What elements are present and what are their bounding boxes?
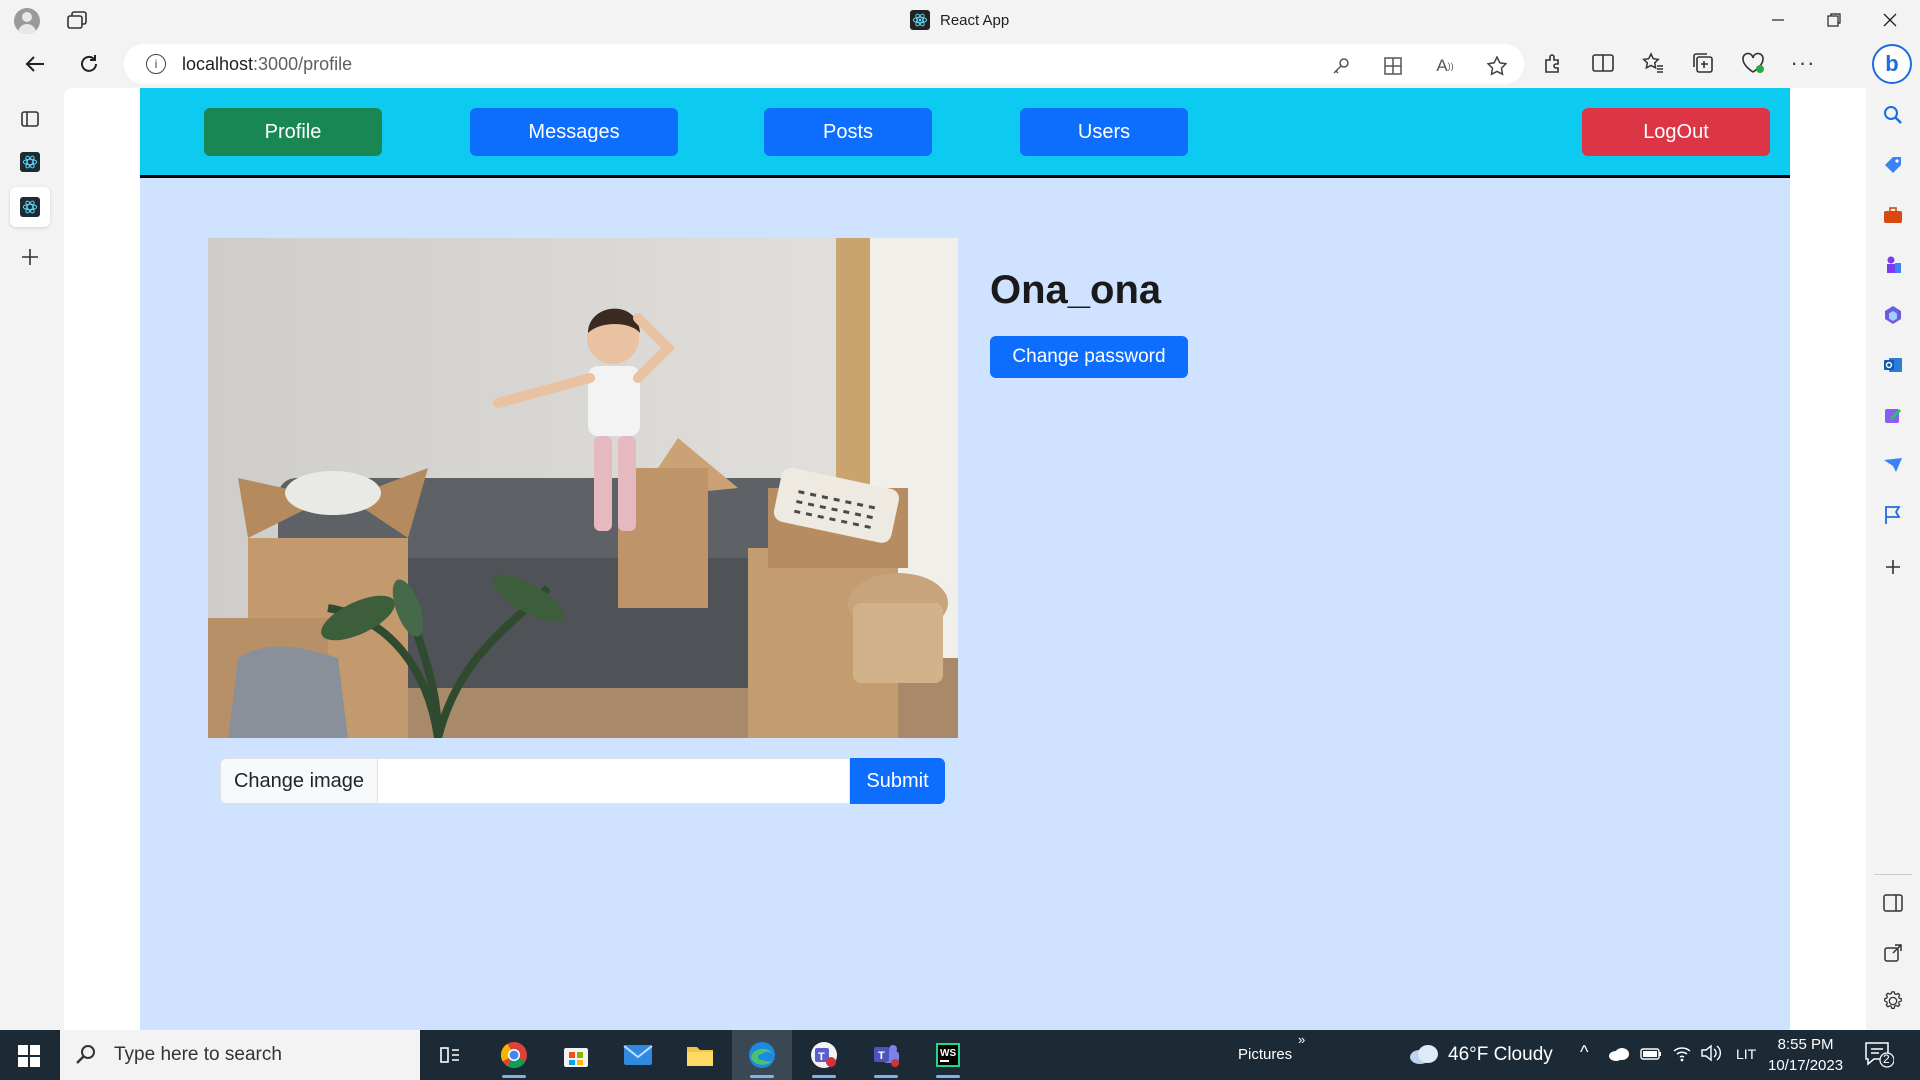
nav-profile-button[interactable]: Profile (204, 108, 382, 156)
teams-work-icon[interactable]: T (856, 1030, 916, 1080)
image-url-input[interactable] (378, 758, 850, 804)
window-title: React App (910, 10, 1009, 30)
url-text[interactable]: localhost:3000/profile (182, 54, 352, 75)
nav-posts-button[interactable]: Posts (764, 108, 932, 156)
designer-icon[interactable] (1880, 402, 1906, 428)
sidebar-divider (1874, 874, 1912, 875)
react-favicon-icon (910, 10, 930, 30)
favorites-icon[interactable] (1640, 50, 1666, 76)
settings-gear-icon[interactable] (1880, 988, 1906, 1014)
refresh-icon[interactable] (72, 48, 106, 80)
svg-text:T: T (878, 1050, 885, 1062)
web-content: Profile Messages Posts Users LogOut Ona_… (64, 88, 1866, 1030)
input-language[interactable]: LIT (1736, 1046, 1756, 1062)
clock-time: 8:55 PM (1777, 1036, 1834, 1053)
site-info-icon[interactable]: i (146, 54, 166, 74)
taskbar-search[interactable]: Type here to search (60, 1030, 420, 1080)
favorite-star-icon[interactable] (1484, 53, 1510, 79)
hide-sidebar-icon[interactable] (1880, 890, 1906, 916)
microsoft-store-icon[interactable] (546, 1030, 606, 1080)
tab-react-app-1[interactable] (10, 142, 50, 182)
weather-text[interactable]: 46°F Cloudy (1448, 1044, 1553, 1066)
profile-image (208, 238, 958, 738)
logout-button[interactable]: LogOut (1582, 108, 1770, 156)
notification-count: 2 (1883, 1052, 1890, 1066)
change-password-button[interactable]: Change password (990, 336, 1188, 378)
cloudy-weather-icon[interactable] (1408, 1042, 1440, 1071)
app-navbar: Profile Messages Posts Users LogOut (140, 88, 1790, 178)
browser-essentials-icon[interactable] (1740, 50, 1766, 76)
react-favicon-icon (20, 197, 40, 217)
browser-toolbar: i localhost:3000/profile A)) ··· (0, 40, 1920, 88)
send-drop-icon[interactable] (1880, 452, 1906, 478)
address-bar[interactable]: i localhost:3000/profile A)) (124, 44, 1524, 84)
collections-icon[interactable] (1690, 50, 1716, 76)
outlook-icon[interactable] (1880, 352, 1906, 378)
games-chess-icon[interactable] (1880, 252, 1906, 278)
extensions-icon[interactable] (1540, 50, 1566, 76)
profile-username: Ona_ona (990, 268, 1162, 312)
notification-center-icon[interactable]: 2 (1864, 1040, 1896, 1070)
app-container: Profile Messages Posts Users LogOut Ona_… (140, 88, 1790, 1030)
close-icon[interactable] (1862, 0, 1918, 40)
chevron-up-icon[interactable]: ^ (1580, 1042, 1588, 1063)
volume-icon[interactable] (1700, 1044, 1722, 1067)
chrome-icon[interactable] (484, 1030, 544, 1080)
file-explorer-icon[interactable] (670, 1030, 730, 1080)
pictures-toolbar-label[interactable]: Pictures (1238, 1046, 1292, 1063)
browser-title-bar: React App (0, 0, 1920, 40)
window-title-text: React App (940, 11, 1010, 29)
nav-users-button[interactable]: Users (1020, 108, 1188, 156)
webstorm-icon[interactable]: WS (918, 1030, 978, 1080)
svg-text:WS: WS (940, 1048, 956, 1059)
task-view-icon[interactable] (420, 1030, 480, 1080)
edge-sidebar (1866, 88, 1920, 1030)
battery-icon[interactable] (1640, 1047, 1662, 1066)
search-icon[interactable] (1880, 102, 1906, 128)
mail-icon[interactable] (608, 1030, 668, 1080)
more-menu-icon[interactable]: ··· (1790, 50, 1816, 76)
svg-text:T: T (818, 1051, 825, 1063)
split-screen-icon[interactable] (1590, 50, 1616, 76)
new-tab-icon[interactable] (10, 237, 50, 277)
change-image-label[interactable]: Change image (220, 758, 378, 804)
shopping-tag-icon[interactable] (1880, 152, 1906, 178)
wifi-icon[interactable] (1672, 1044, 1692, 1067)
open-external-icon[interactable] (1880, 940, 1906, 966)
vertical-tab-strip (0, 88, 62, 1030)
chevron-right-icon[interactable]: » (1298, 1032, 1305, 1047)
search-placeholder: Type here to search (114, 1044, 282, 1065)
tab-actions-icon[interactable] (66, 10, 88, 30)
nav-messages-button[interactable]: Messages (470, 108, 678, 156)
windows-start-icon[interactable] (18, 1045, 40, 1067)
teams-icon[interactable]: T (794, 1030, 854, 1080)
react-favicon-icon (20, 152, 40, 172)
feedback-flag-icon[interactable] (1880, 502, 1906, 528)
back-icon[interactable] (18, 48, 52, 80)
add-sidebar-app-icon[interactable] (1880, 554, 1906, 580)
clock-date: 10/17/2023 (1768, 1057, 1844, 1074)
microsoft-365-icon[interactable] (1880, 302, 1906, 328)
restore-icon[interactable] (1806, 0, 1862, 40)
taskbar-clock[interactable]: 8:55 PM 10/17/2023 (1768, 1034, 1843, 1076)
copilot-icon[interactable]: b (1872, 44, 1912, 84)
browser-profile-icon[interactable] (14, 8, 40, 34)
key-icon[interactable] (1328, 53, 1354, 79)
onedrive-cloud-icon[interactable] (1608, 1046, 1630, 1067)
tab-react-app-2[interactable] (10, 187, 50, 227)
windows-taskbar: Type here to search T T WS Pictures » 46… (0, 1030, 1920, 1080)
read-aloud-icon[interactable]: A)) (1432, 53, 1458, 79)
tools-briefcase-icon[interactable] (1880, 202, 1906, 228)
search-icon (76, 1045, 95, 1064)
edge-icon[interactable] (732, 1030, 792, 1080)
image-upload-group: Change image Submit (220, 758, 945, 804)
submit-image-button[interactable]: Submit (850, 758, 945, 804)
app-available-icon[interactable] (1380, 53, 1406, 79)
tab-list-icon[interactable] (10, 99, 50, 139)
minimize-icon[interactable] (1750, 0, 1806, 40)
